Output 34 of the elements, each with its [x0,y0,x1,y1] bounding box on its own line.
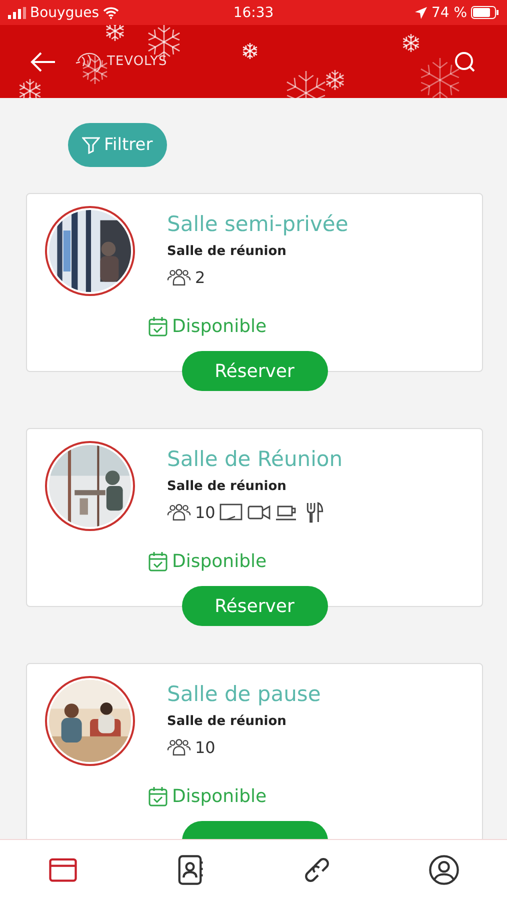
brand-logo: TEVOLYS [107,54,168,69]
room-type: Salle de réunion [167,714,288,729]
battery-percent: 74 % [431,4,468,20]
filter-button[interactable]: Filtrer [68,123,167,167]
room-title: Salle de Réunion [167,447,343,471]
back-button[interactable] [30,50,56,72]
battery-icon [471,6,500,19]
location-arrow-icon [415,6,428,18]
room-title: Salle semi-privée [167,212,348,236]
user-icon[interactable] [426,853,461,887]
availability-status: Disponible [172,316,267,337]
reserve-button[interactable]: Réserver [182,586,328,626]
capacity-count: 10 [195,738,216,757]
signal-icon [8,6,26,18]
calendar-check-icon [148,786,168,807]
screen-icon [219,502,244,523]
people-icon [167,737,191,758]
room-type: Salle de réunion [167,479,288,494]
availability-status: Disponible [172,551,267,572]
people-icon [167,267,191,288]
wifi-icon [103,6,119,18]
clock-time: 16:33 [233,4,274,20]
calendar-check-icon [148,316,168,337]
capacity-count: 10 [195,503,216,522]
people-icon [167,502,191,523]
room-type: Salle de réunion [167,244,288,259]
carrier-name: Bouygues [30,4,99,20]
availability-status: Disponible [172,786,267,807]
capacity-count: 2 [195,268,206,287]
room-title: Salle de pause [167,682,321,706]
calendar-check-icon [148,551,168,572]
reserve-button[interactable]: Réserver [182,351,328,391]
search-button[interactable] [453,50,477,74]
filter-icon [82,136,100,154]
